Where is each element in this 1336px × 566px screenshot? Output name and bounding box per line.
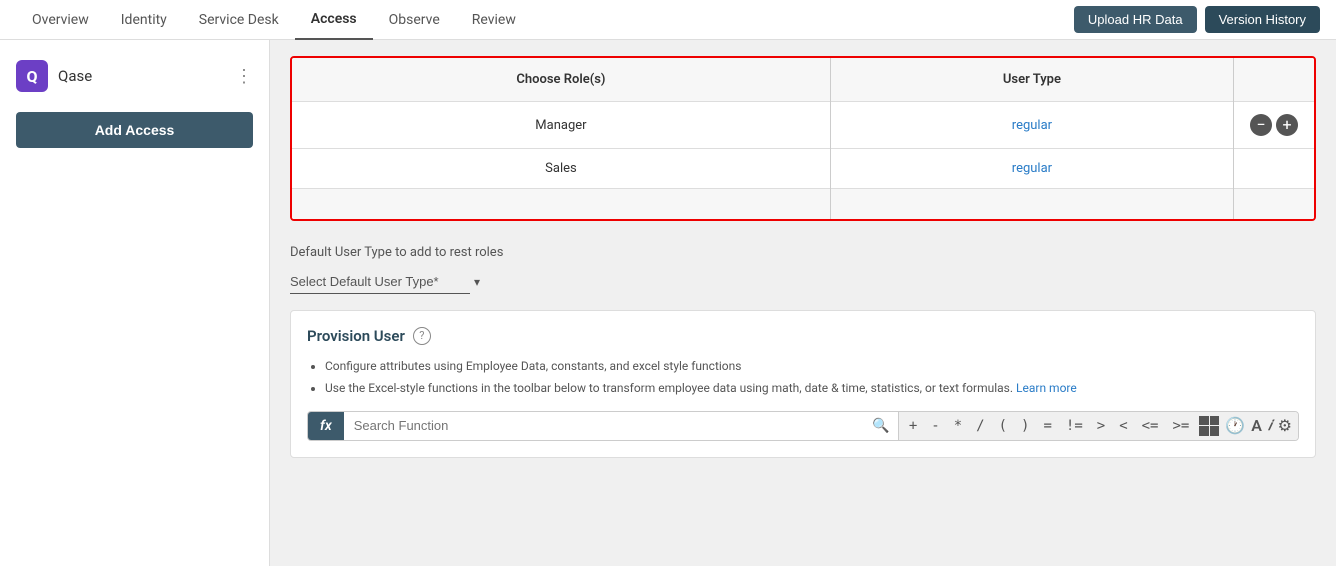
- actions-cell-manager: − +: [1234, 102, 1315, 149]
- provision-bullets: Configure attributes using Employee Data…: [307, 357, 1299, 397]
- brand-icon: Q: [16, 60, 48, 92]
- toolbar-minus-button[interactable]: -: [927, 416, 943, 436]
- nav-right: Upload HR Data Version History: [1074, 6, 1320, 33]
- chevron-down-icon: ▾: [474, 275, 480, 289]
- role-table-card: Choose Role(s) User Type Manager regular…: [290, 56, 1316, 221]
- help-icon[interactable]: ?: [413, 327, 431, 345]
- select-wrapper: Select Default User Type* ▾: [290, 270, 1316, 294]
- brand-name: Qase: [58, 67, 92, 85]
- user-type-cell-manager: regular: [830, 102, 1233, 149]
- nav-item-service-desk[interactable]: Service Desk: [183, 0, 295, 40]
- provision-header: Provision User ?: [307, 327, 1299, 345]
- toolbar-close-paren-button[interactable]: ): [1017, 416, 1033, 436]
- cog-icon[interactable]: ⚙: [1278, 416, 1292, 435]
- toolbar-open-paren-button[interactable]: (: [995, 416, 1011, 436]
- table-header-row: Choose Role(s) User Type: [292, 58, 1314, 102]
- add-row-button[interactable]: +: [1276, 114, 1298, 136]
- nav-item-identity[interactable]: Identity: [105, 0, 183, 40]
- actions-cell-sales: [1234, 149, 1315, 189]
- role-cell-manager: Manager: [292, 102, 830, 149]
- role-table: Choose Role(s) User Type Manager regular…: [292, 58, 1314, 219]
- nav-items: Overview Identity Service Desk Access Ob…: [16, 0, 1074, 40]
- table-row: Sales regular: [292, 149, 1314, 189]
- col-header-user-type: User Type: [830, 58, 1233, 102]
- default-user-type-select[interactable]: Select Default User Type*: [290, 270, 470, 294]
- main-content: Choose Role(s) User Type Manager regular…: [270, 40, 1336, 566]
- search-icon[interactable]: 🔍: [864, 418, 897, 434]
- nav-item-access[interactable]: Access: [295, 0, 373, 40]
- sidebar: Q Qase ⋮ Add Access: [0, 40, 270, 566]
- provision-section: Provision User ? Configure attributes us…: [290, 310, 1316, 458]
- provision-bullet-1: Configure attributes using Employee Data…: [325, 357, 1299, 375]
- toolbar-greater-eq-button[interactable]: >=: [1168, 416, 1193, 436]
- more-options-icon[interactable]: ⋮: [235, 66, 253, 87]
- default-user-section: Default User Type to add to rest roles S…: [290, 237, 1316, 310]
- clock-icon[interactable]: 🕐: [1225, 416, 1245, 435]
- main-layout: Q Qase ⋮ Add Access Choose Role(s) User …: [0, 40, 1336, 566]
- toolbar-less-eq-button[interactable]: <=: [1138, 416, 1163, 436]
- info-icon[interactable]: 𝑖: [1268, 418, 1272, 434]
- provision-title: Provision User: [307, 327, 405, 345]
- action-icons: − +: [1250, 114, 1298, 136]
- default-user-label: Default User Type to add to rest roles: [290, 245, 1316, 260]
- remove-row-button[interactable]: −: [1250, 114, 1272, 136]
- toolbar-not-equals-button[interactable]: !=: [1062, 416, 1087, 436]
- table-row: Manager regular − +: [292, 102, 1314, 149]
- learn-more-link[interactable]: Learn more: [1016, 381, 1077, 395]
- toolbar-equals-button[interactable]: =: [1039, 416, 1055, 436]
- upload-hr-button[interactable]: Upload HR Data: [1074, 6, 1197, 33]
- role-cell-sales: Sales: [292, 149, 830, 189]
- toolbar-plus-button[interactable]: +: [905, 416, 921, 436]
- fx-badge: fx: [308, 412, 344, 440]
- toolbar-less-button[interactable]: <: [1115, 416, 1131, 436]
- table-spacer-row: [292, 189, 1314, 219]
- col-header-role: Choose Role(s): [292, 58, 830, 102]
- toolbar-greater-button[interactable]: >: [1093, 416, 1109, 436]
- grid-icon[interactable]: [1199, 416, 1219, 436]
- formula-toolbar: + - * / ( ) = != > < <= >=: [898, 412, 1298, 440]
- col-header-actions: [1234, 58, 1315, 102]
- sidebar-header: Q Qase ⋮: [0, 52, 269, 100]
- nav-item-overview[interactable]: Overview: [16, 0, 105, 40]
- top-nav: Overview Identity Service Desk Access Ob…: [0, 0, 1336, 40]
- nav-item-observe[interactable]: Observe: [373, 0, 456, 40]
- version-history-button[interactable]: Version History: [1205, 6, 1320, 33]
- toolbar-multiply-button[interactable]: *: [950, 416, 966, 436]
- formula-bar: fx 🔍 + - * / ( ) = != > < <= >=: [307, 411, 1299, 441]
- toolbar-divide-button[interactable]: /: [972, 416, 988, 436]
- nav-item-review[interactable]: Review: [456, 0, 532, 40]
- text-icon[interactable]: A: [1251, 416, 1262, 435]
- user-type-cell-sales: regular: [830, 149, 1233, 189]
- sidebar-brand: Q Qase: [16, 60, 92, 92]
- search-function-input[interactable]: [344, 412, 865, 439]
- add-access-button[interactable]: Add Access: [16, 112, 253, 148]
- provision-bullet-2: Use the Excel-style functions in the too…: [325, 379, 1299, 397]
